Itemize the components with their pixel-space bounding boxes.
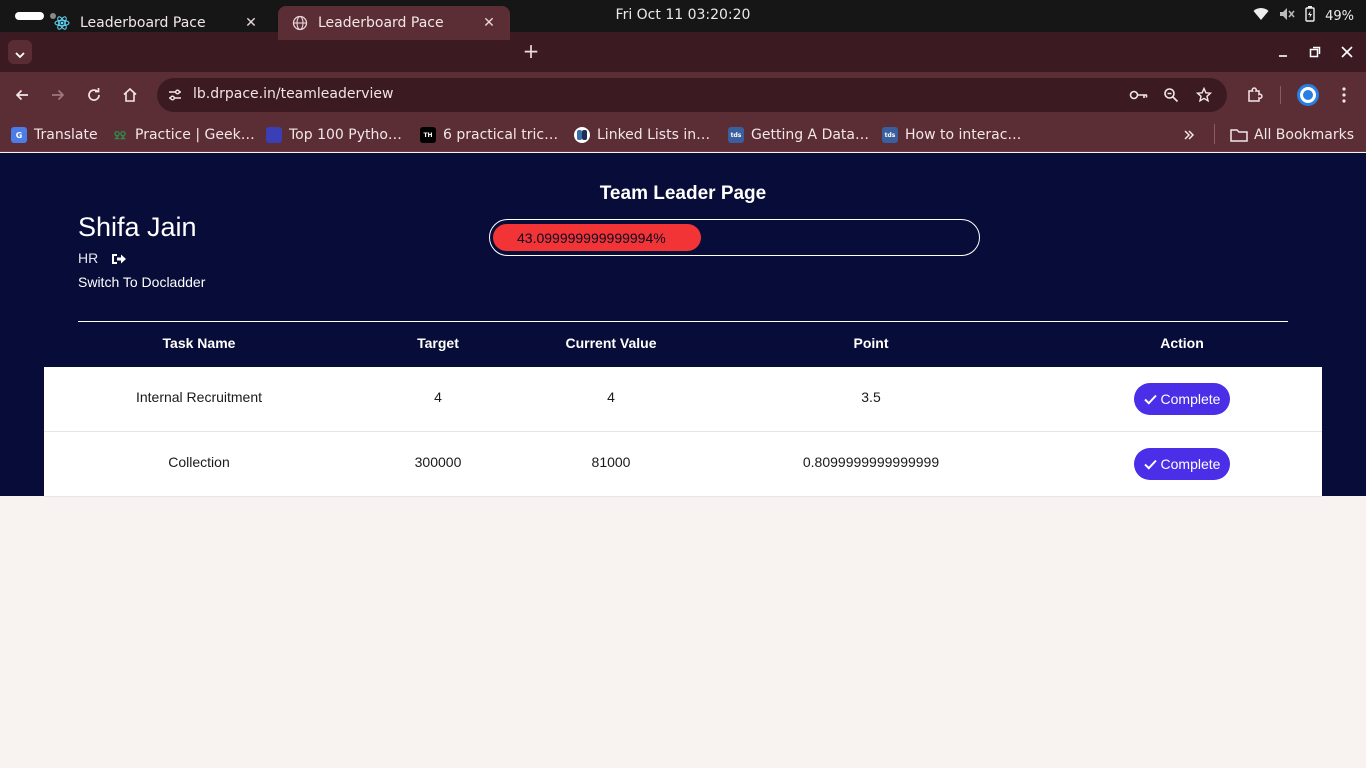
current-value-cell: 4	[607, 389, 615, 405]
tab-title: Leaderboard Pace	[318, 15, 444, 31]
tab-leaderboard-1[interactable]: Leaderboard Pace ✕	[40, 6, 272, 40]
complete-button-label: Complete	[1160, 391, 1221, 407]
bookmark-how-to-interact[interactable]: tds How to interac…	[882, 124, 1021, 146]
bookmarks-bar: G Translate ꝿꝿ Practice | Geek… Top 100 …	[0, 118, 1366, 152]
complete-button[interactable]: Complete	[1134, 448, 1230, 480]
user-name: Shifa Jain	[78, 212, 197, 242]
point-cell: 3.5	[861, 389, 881, 405]
point-cell: 0.8099999999999999	[802, 454, 940, 470]
tab-title: Leaderboard Pace	[80, 15, 206, 31]
column-header-point: Point	[853, 335, 889, 351]
home-icon[interactable]	[117, 82, 143, 108]
react-icon	[54, 15, 70, 31]
close-icon[interactable]: ✕	[242, 14, 260, 32]
bookmark-geeksforgeeks[interactable]: ꝿꝿ Practice | Geek…	[112, 124, 255, 146]
folder-icon	[1230, 128, 1248, 142]
battery-icon	[1305, 6, 1315, 26]
reload-icon[interactable]	[81, 82, 107, 108]
current-value-cell: 81000	[591, 454, 631, 470]
progress-label: 43.099999999999994%	[517, 230, 666, 246]
close-icon[interactable]: ✕	[480, 14, 498, 32]
table-row: Internal Recruitment 4 4 3.5 Complete	[44, 367, 1322, 432]
target-cell: 300000	[414, 454, 462, 470]
bookmark-translate[interactable]: G Translate	[11, 124, 98, 146]
volume-muted-icon	[1279, 7, 1295, 25]
restore-icon[interactable]	[1303, 40, 1327, 64]
toolbar-separator	[1280, 86, 1281, 104]
zoom-icon[interactable]	[1161, 85, 1181, 105]
bookmark-getting-a-data[interactable]: tds Getting A Data…	[728, 124, 869, 146]
back-arrow-icon[interactable]	[9, 82, 35, 108]
column-header-task-name: Task Name	[162, 335, 236, 351]
site-settings-icon[interactable]	[165, 85, 185, 105]
user-role: HR	[78, 250, 99, 266]
globe-icon	[292, 15, 308, 31]
table-row: Collection 300000 81000 0.80999999999999…	[44, 432, 1322, 497]
chevron-down-icon	[15, 43, 25, 62]
complete-button[interactable]: Complete	[1134, 383, 1230, 415]
header-divider	[78, 321, 1288, 322]
url-text[interactable]: lb.drpace.in/teamleaderview	[193, 86, 393, 102]
google-translate-icon: G	[11, 127, 27, 143]
tds-icon: tds	[728, 127, 744, 143]
tds-icon: tds	[882, 127, 898, 143]
battery-percent: 49%	[1325, 8, 1354, 24]
tasks-table: Internal Recruitment 4 4 3.5 Complete Co…	[44, 367, 1322, 497]
target-cell: 4	[434, 389, 442, 405]
bookmark-star-icon[interactable]	[1194, 85, 1214, 105]
tab-leaderboard-2-active[interactable]: Leaderboard Pace ✕	[278, 6, 510, 40]
kebab-menu-icon[interactable]	[1332, 83, 1356, 107]
task-name-cell: Internal Recruitment	[135, 389, 263, 405]
more-bookmarks-chevron-icon[interactable]	[1183, 124, 1195, 146]
wifi-icon	[1253, 7, 1269, 25]
column-header-current-value: Current Value	[565, 335, 657, 351]
bookmark-practical-tricks[interactable]: TH 6 practical tric…	[420, 124, 558, 146]
site-icon: TH	[420, 127, 436, 143]
all-bookmarks-button[interactable]: All Bookmarks	[1230, 124, 1354, 146]
address-bar[interactable]: lb.drpace.in/teamleaderview	[157, 78, 1227, 112]
bookmark-linked-lists[interactable]: Linked Lists in…	[574, 124, 710, 146]
switch-to-docladder-link[interactable]: Switch To Docladder	[78, 274, 205, 290]
system-status-area[interactable]: 49%	[1253, 6, 1354, 26]
column-header-action: Action	[1160, 335, 1204, 351]
column-header-target: Target	[417, 335, 459, 351]
profile-avatar[interactable]	[1297, 84, 1319, 106]
forward-arrow-icon[interactable]	[45, 82, 71, 108]
tab-search-button[interactable]	[8, 40, 32, 64]
checkmark-icon	[1143, 459, 1157, 470]
bookmark-top-100-python[interactable]: Top 100 Pytho…	[266, 124, 402, 146]
progress-fill: 43.099999999999994%	[493, 224, 701, 251]
progress-bar: 43.099999999999994%	[489, 219, 980, 256]
window-close-icon[interactable]	[1335, 40, 1359, 64]
extensions-puzzle-icon[interactable]	[1243, 83, 1267, 107]
minimize-icon[interactable]	[1271, 40, 1295, 64]
task-name-cell: Collection	[168, 454, 230, 470]
python-icon	[574, 127, 590, 143]
page-title: Team Leader Page	[599, 183, 767, 204]
geeksforgeeks-icon: ꝿꝿ	[114, 131, 126, 142]
browser-toolbar: lb.drpace.in/teamleaderview	[0, 72, 1366, 118]
password-key-icon[interactable]	[1129, 85, 1149, 105]
complete-button-label: Complete	[1160, 456, 1221, 472]
site-icon	[266, 127, 282, 143]
new-tab-plus-icon[interactable]: +	[520, 40, 542, 62]
bookmarks-separator	[1214, 124, 1215, 144]
checkmark-icon	[1143, 394, 1157, 405]
logout-icon[interactable]	[110, 250, 128, 268]
